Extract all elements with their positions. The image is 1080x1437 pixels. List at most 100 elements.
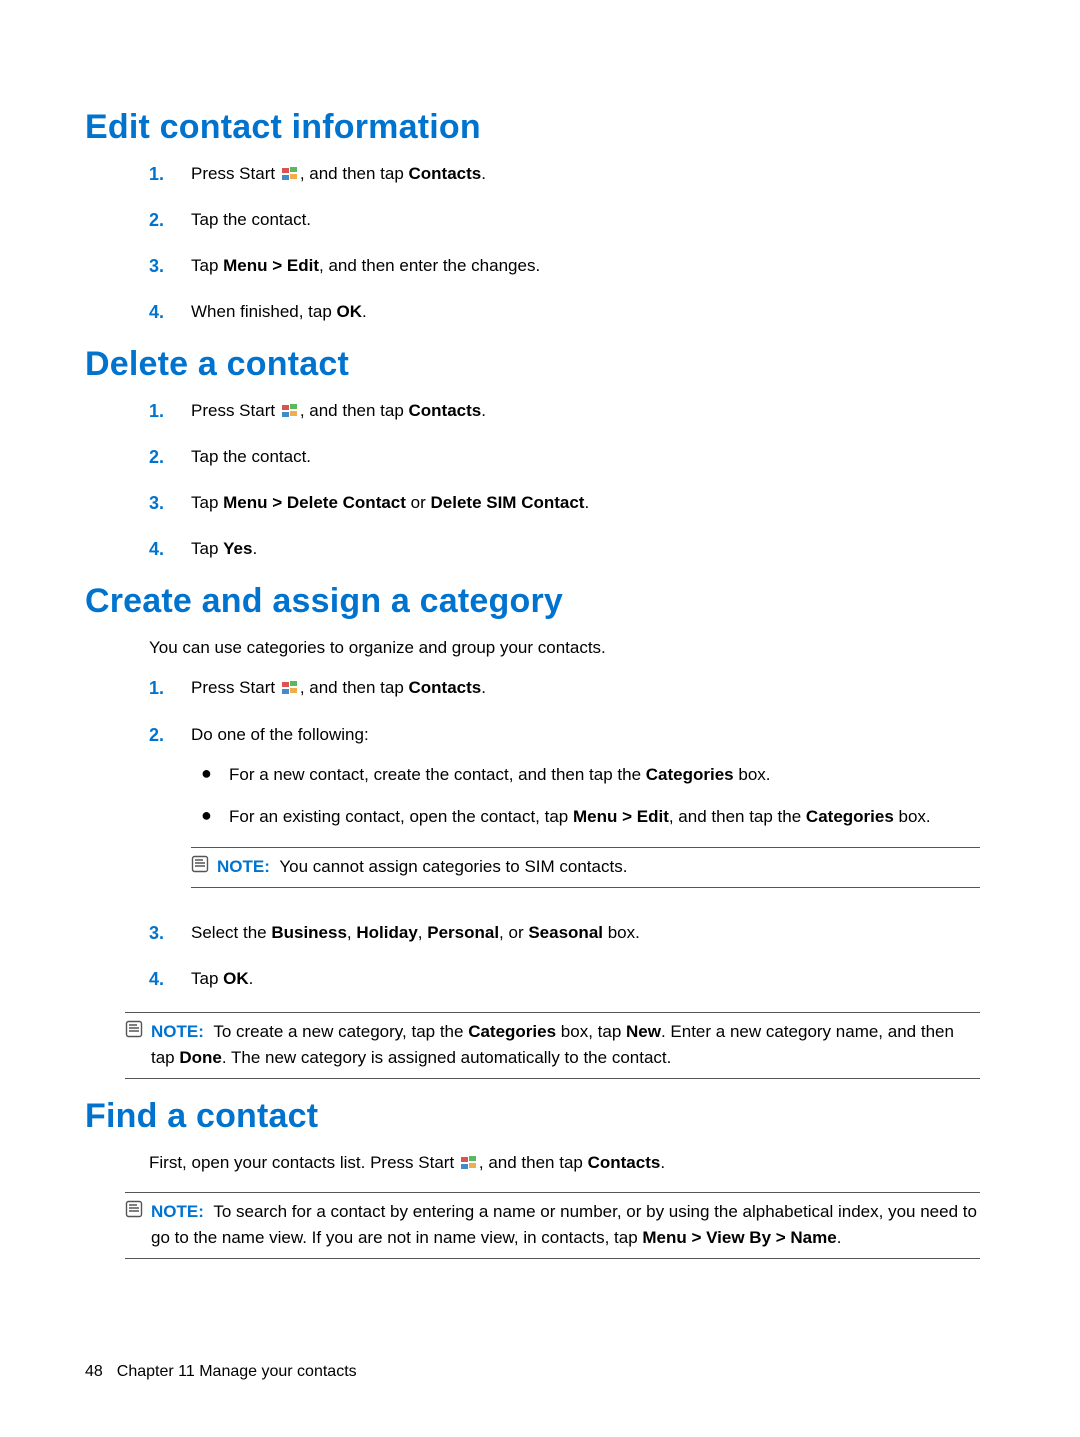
text-bold: Categories <box>806 807 894 826</box>
text: , and then tap <box>300 678 409 697</box>
step-number: 2. <box>149 722 191 750</box>
note-text: NOTE: To search for a contact by enterin… <box>151 1199 980 1252</box>
step-text: Tap the contact. <box>191 207 980 233</box>
text-bold: Categories <box>468 1022 556 1041</box>
sub-bullets: ● For a new contact, create the contact,… <box>191 762 980 831</box>
list-item: 1. Press Start , and then tap Contacts. <box>149 398 980 426</box>
text: . The new category is assigned automatic… <box>222 1048 672 1067</box>
text-bold: New <box>626 1022 661 1041</box>
step-number: 4. <box>149 966 191 994</box>
steps-category: 1. Press Start , and then tap Contacts. … <box>149 675 980 994</box>
list-item: 3. Tap Menu > Edit, and then enter the c… <box>149 253 980 281</box>
note-box: NOTE: You cannot assign categories to SI… <box>191 847 980 888</box>
list-item: ● For a new contact, create the contact,… <box>191 762 980 788</box>
text-bold: Contacts <box>588 1153 661 1172</box>
text-bold: Delete SIM Contact <box>431 493 585 512</box>
text-bold: OK <box>223 969 249 988</box>
text: , and then enter the changes. <box>319 256 540 275</box>
text: To create a new category, tap the <box>213 1022 468 1041</box>
step-text: Press Start , and then tap Contacts. <box>191 398 980 426</box>
windows-start-icon <box>461 1152 477 1178</box>
text: . <box>837 1228 842 1247</box>
text: box. <box>894 807 931 826</box>
text-bold: Menu > Delete Contact <box>223 493 406 512</box>
document-page: Edit contact information 1. Press Start … <box>0 0 1080 1437</box>
note-icon <box>191 854 217 881</box>
page-number: 48 <box>85 1363 103 1380</box>
heading-create-category: Create and assign a category <box>85 582 980 621</box>
text: box. <box>734 765 771 784</box>
list-item: 2. Tap the contact. <box>149 444 980 472</box>
text-bold: Seasonal <box>528 923 603 942</box>
text: . <box>481 401 486 420</box>
page-footer: 48 Chapter 11 Manage your contacts <box>85 1363 357 1381</box>
text-bold: Menu > Edit <box>573 807 669 826</box>
text: For a new contact, create the contact, a… <box>229 765 646 784</box>
list-item: 3. Select the Business, Holiday, Persona… <box>149 920 980 948</box>
note-icon <box>125 1019 151 1046</box>
text: , <box>418 923 427 942</box>
note-text: NOTE: You cannot assign categories to SI… <box>217 854 980 880</box>
step-number: 1. <box>149 675 191 703</box>
text: , or <box>499 923 528 942</box>
step-number: 1. <box>149 398 191 426</box>
bullet-icon: ● <box>191 804 229 827</box>
text: . <box>249 969 254 988</box>
text: , and then tap <box>300 164 409 183</box>
text: Press Start <box>191 164 280 183</box>
text: To search for a contact by entering a na… <box>151 1202 977 1247</box>
step-text: Press Start , and then tap Contacts. <box>191 161 980 189</box>
heading-delete-contact: Delete a contact <box>85 345 980 384</box>
text: box, tap <box>556 1022 626 1041</box>
text: Tap <box>191 969 223 988</box>
step-text: Press Start , and then tap Contacts. <box>191 675 980 703</box>
text-bold: Menu > View By > Name <box>642 1228 836 1247</box>
step-text: Tap Yes. <box>191 536 980 562</box>
note-box: NOTE: To search for a contact by enterin… <box>125 1192 980 1259</box>
step-number: 1. <box>149 161 191 189</box>
note-icon <box>125 1199 151 1226</box>
text-bold: Categories <box>646 765 734 784</box>
text: First, open your contacts list. Press St… <box>149 1153 459 1172</box>
text-bold: Business <box>271 923 347 942</box>
text: Tap <box>191 539 223 558</box>
note-label: NOTE: <box>151 1022 204 1041</box>
list-item: 2. Tap the contact. <box>149 207 980 235</box>
list-item: 4. Tap Yes. <box>149 536 980 564</box>
step-text: When finished, tap OK. <box>191 299 980 325</box>
text: Select the <box>191 923 271 942</box>
text: , and then tap <box>300 401 409 420</box>
text: . <box>481 678 486 697</box>
bullet-icon: ● <box>191 762 229 785</box>
note-label: NOTE: <box>151 1202 204 1221</box>
chapter-title: Chapter 11 Manage your contacts <box>117 1363 357 1380</box>
steps-delete: 1. Press Start , and then tap Contacts. … <box>149 398 980 564</box>
heading-find-contact: Find a contact <box>85 1097 980 1136</box>
text: Press Start <box>191 401 280 420</box>
text-bold: OK <box>337 302 363 321</box>
text: For an existing contact, open the contac… <box>229 807 573 826</box>
text: . <box>481 164 486 183</box>
step-number: 3. <box>149 253 191 281</box>
text-bold: Personal <box>427 923 499 942</box>
step-text: Do one of the following: ● For a new con… <box>191 722 980 902</box>
text: or <box>406 493 431 512</box>
text: You cannot assign categories to SIM cont… <box>279 857 627 876</box>
step-number: 4. <box>149 536 191 564</box>
note-label: NOTE: <box>217 857 270 876</box>
step-number: 3. <box>149 490 191 518</box>
text: . <box>660 1153 665 1172</box>
text: , and then tap <box>479 1153 588 1172</box>
steps-edit: 1. Press Start , and then tap Contacts. … <box>149 161 980 327</box>
step-number: 3. <box>149 920 191 948</box>
list-item: 4. When finished, tap OK. <box>149 299 980 327</box>
text: . <box>362 302 367 321</box>
note-text: NOTE: To create a new category, tap the … <box>151 1019 980 1072</box>
step-number: 4. <box>149 299 191 327</box>
heading-edit-contact: Edit contact information <box>85 108 980 147</box>
list-item: 4. Tap OK. <box>149 966 980 994</box>
text-bold: Contacts <box>409 401 482 420</box>
text: . <box>252 539 257 558</box>
list-item: 1. Press Start , and then tap Contacts. <box>149 675 980 703</box>
step-text: Tap Menu > Edit, and then enter the chan… <box>191 253 980 279</box>
